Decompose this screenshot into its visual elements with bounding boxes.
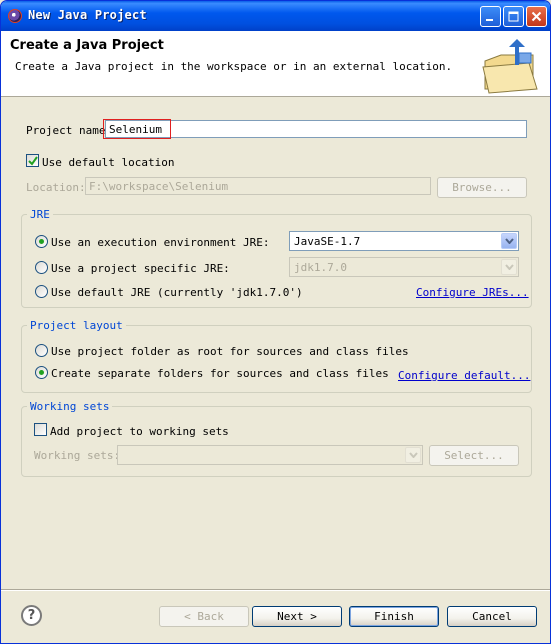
close-button[interactable] xyxy=(526,6,547,27)
back-button[interactable]: < Back xyxy=(159,606,249,627)
maximize-button[interactable] xyxy=(503,6,524,27)
checkmark-icon xyxy=(28,156,38,166)
use-default-location-checkbox[interactable] xyxy=(26,154,39,167)
location-label: Location: xyxy=(26,181,86,194)
execution-environment-select[interactable]: JavaSE-1.7 xyxy=(289,231,519,251)
configure-default-link[interactable]: Configure default... xyxy=(398,369,530,382)
project-name-highlight xyxy=(103,119,171,139)
add-to-working-sets-checkbox[interactable] xyxy=(34,423,47,436)
footer-separator xyxy=(1,589,550,591)
project-layout-group xyxy=(21,325,532,393)
jre-execution-environment-label: Use an execution environment JRE: xyxy=(51,236,270,249)
chevron-down-icon xyxy=(405,447,421,463)
working-sets-group-title: Working sets xyxy=(27,400,113,413)
browse-button[interactable]: Browse... xyxy=(437,177,527,198)
next-button[interactable]: Next > xyxy=(252,606,342,627)
location-input[interactable]: F:\workspace\Selenium xyxy=(85,177,431,195)
window-title: New Java Project xyxy=(28,8,147,22)
add-to-working-sets-label: Add project to working sets xyxy=(50,425,229,438)
working-sets-label: Working sets: xyxy=(34,449,121,462)
jre-default-radio[interactable] xyxy=(35,285,48,298)
execution-environment-value: JavaSE-1.7 xyxy=(294,235,361,248)
working-sets-select[interactable] xyxy=(117,445,423,465)
working-sets-group xyxy=(21,406,532,477)
layout-root-label: Use project folder as root for sources a… xyxy=(51,345,409,358)
chevron-down-icon xyxy=(501,259,517,275)
select-working-sets-button[interactable]: Select... xyxy=(429,445,519,466)
chevron-down-icon xyxy=(501,233,517,249)
configure-jres-link[interactable]: Configure JREs... xyxy=(416,286,529,299)
project-name-label: Project name: xyxy=(26,124,113,137)
jre-default-label: Use default JRE (currently 'jdk1.7.0') xyxy=(51,286,303,299)
layout-root-radio[interactable] xyxy=(35,344,48,357)
wizard-description: Create a Java project in the workspace o… xyxy=(15,60,453,73)
jre-execution-environment-radio[interactable] xyxy=(35,235,48,248)
project-layout-group-title: Project layout xyxy=(27,319,126,332)
cancel-button[interactable]: Cancel xyxy=(447,606,537,627)
close-icon xyxy=(531,11,542,22)
use-default-location-label: Use default location xyxy=(42,156,175,169)
jre-group-title: JRE xyxy=(27,208,53,221)
jre-project-specific-radio[interactable] xyxy=(35,261,48,274)
eclipse-icon xyxy=(8,9,22,23)
wizard-header: Create a Java Project Create a Java proj… xyxy=(1,31,550,97)
help-icon[interactable]: ? xyxy=(21,605,42,626)
project-specific-jre-select[interactable]: jdk1.7.0 xyxy=(289,257,519,277)
project-specific-jre-value: jdk1.7.0 xyxy=(294,261,347,274)
minimize-button[interactable] xyxy=(480,6,501,27)
layout-separate-radio[interactable] xyxy=(35,366,48,379)
new-java-project-window: New Java Project Create a Java Project C… xyxy=(0,0,551,644)
wizard-title: Create a Java Project xyxy=(10,38,164,53)
minimize-icon xyxy=(486,19,493,21)
java-project-wizard-icon xyxy=(482,39,538,94)
maximize-icon xyxy=(508,11,519,22)
jre-project-specific-label: Use a project specific JRE: xyxy=(51,262,230,275)
title-bar[interactable]: New Java Project xyxy=(1,1,550,31)
finish-button[interactable]: Finish xyxy=(349,606,439,627)
layout-separate-label: Create separate folders for sources and … xyxy=(51,367,389,380)
